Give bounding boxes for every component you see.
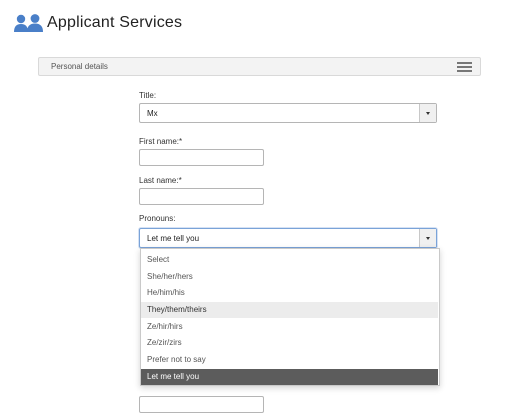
dropdown-option[interactable]: He/him/his — [141, 285, 438, 301]
dropdown-option-hovered[interactable]: They/them/theirs — [141, 302, 438, 318]
dropdown-option[interactable]: Ze/hir/hirs — [141, 319, 438, 335]
first-name-field[interactable] — [139, 149, 264, 166]
app-header: Applicant Services — [14, 9, 182, 37]
title-select-value: Mx — [147, 109, 158, 118]
custom-pronoun-field[interactable] — [139, 396, 264, 413]
chevron-down-icon[interactable] — [419, 229, 436, 247]
chevron-down-icon[interactable] — [419, 104, 436, 122]
last-name-label: Last name:* — [139, 176, 182, 185]
dropdown-option-selected[interactable]: Let me tell you — [141, 369, 438, 385]
pronouns-select-value: Let me tell you — [147, 234, 200, 243]
dropdown-option[interactable]: She/her/hers — [141, 269, 438, 285]
dropdown-option[interactable]: Ze/zir/zirs — [141, 335, 438, 351]
app-title: Applicant Services — [47, 14, 183, 31]
people-icon — [14, 12, 44, 34]
first-name-label: First name:* — [139, 137, 183, 146]
title-select[interactable]: Mx — [139, 103, 437, 123]
personal-details-section-header[interactable]: Personal details — [38, 57, 481, 76]
pronouns-label: Pronouns: — [139, 214, 176, 223]
title-label: Title: — [139, 91, 157, 100]
section-title: Personal details — [51, 62, 108, 71]
last-name-field[interactable] — [139, 188, 264, 205]
pronouns-dropdown-list: Select She/her/hers He/him/his They/them… — [140, 248, 440, 386]
pronouns-select[interactable]: Let me tell you — [139, 228, 437, 248]
dropdown-option[interactable]: Select — [141, 252, 438, 268]
hamburger-icon[interactable] — [457, 62, 472, 72]
dropdown-option[interactable]: Prefer not to say — [141, 352, 438, 368]
